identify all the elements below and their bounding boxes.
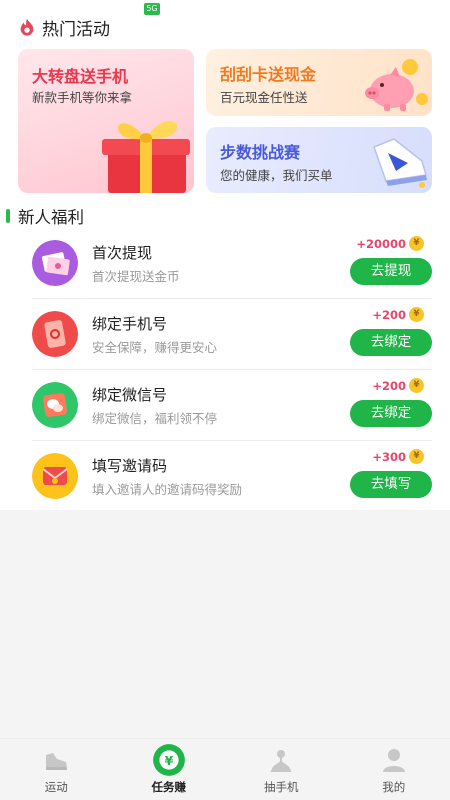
task-subtitle: 首次提现送金币 [92, 269, 180, 284]
user-icon [382, 749, 405, 772]
flame-icon [20, 18, 34, 36]
divider [32, 298, 432, 299]
reward-value: +200 [372, 307, 406, 322]
sneaker-icon [373, 138, 427, 188]
coin-icon: ¥ [409, 378, 424, 393]
tab-label: 我的 [382, 780, 406, 794]
bottom-tab-bar: 运动 ¥ 任务赚 抽手机 我的 [0, 738, 450, 800]
coin-icon: ¥ [409, 449, 424, 464]
task-title: 绑定微信号 [92, 386, 168, 404]
cash-card-icon [32, 240, 78, 286]
tab-lottery-phone[interactable]: 抽手机 [225, 739, 338, 800]
withdraw-button[interactable]: 去提现 [350, 258, 432, 285]
section-title: 新人福利 [18, 208, 84, 227]
tab-tasks[interactable]: ¥ 任务赚 [113, 739, 226, 800]
task-title: 绑定手机号 [92, 315, 168, 333]
banner-subtitle: 您的健康，我们买单 [220, 168, 333, 183]
banner-title: 步数挑战赛 [220, 143, 301, 162]
reward-value: +20000 [356, 236, 406, 251]
status-badge: 5G [144, 3, 160, 15]
hot-activities-header: 热门活动 [18, 14, 110, 40]
reward-value: +300 [372, 449, 406, 464]
claw-icon [270, 750, 292, 772]
banner-subtitle: 新款手机等你来拿 [32, 90, 133, 105]
newcomer-welfare-header: 新人福利 [6, 205, 84, 227]
banner-title: 大转盘送手机 [32, 67, 129, 86]
fill-invite-button[interactable]: 去填写 [350, 471, 432, 498]
task-title: 首次提现 [92, 244, 153, 262]
phone-icon [32, 311, 78, 357]
task-row-bind-phone: 绑定手机号 安全保障，赚得更安心 +200 ¥ 去绑定 [32, 300, 432, 370]
banner-subtitle: 百元现金任性送 [220, 90, 308, 105]
coin-icon: ¥ [409, 236, 424, 251]
task-row-first-withdraw: 首次提现 首次提现送金币 +20000 ¥ 去提现 [32, 229, 432, 299]
task-row-invite-code: 填写邀请码 填入邀请人的邀请码得奖励 +300 ¥ 去填写 [32, 442, 432, 512]
invite-envelope-icon [32, 453, 78, 499]
tab-label: 任务赚 [151, 780, 187, 794]
yen-coin-icon: ¥ [152, 744, 185, 776]
task-title: 填写邀请码 [92, 457, 168, 475]
reward-badge: +20000 ¥ [356, 236, 424, 251]
shoe-icon [46, 753, 68, 770]
divider [32, 440, 432, 441]
gift-box-icon [102, 121, 190, 193]
task-subtitle: 绑定微信，福利领不停 [92, 411, 218, 426]
bind-wechat-button[interactable]: 去绑定 [350, 400, 432, 427]
reward-badge: +200 ¥ [372, 307, 424, 322]
banner-title: 刮刮卡送现金 [220, 65, 317, 84]
tab-mine[interactable]: 我的 [338, 739, 450, 800]
banner-step-challenge[interactable]: 步数挑战赛 您的健康，我们买单 [206, 127, 432, 193]
reward-badge: +300 ¥ [372, 449, 424, 464]
reward-value: +200 [372, 378, 406, 393]
task-subtitle: 填入邀请人的邀请码得奖励 [92, 482, 243, 497]
bind-phone-button[interactable]: 去绑定 [350, 329, 432, 356]
tab-label: 抽手机 [264, 780, 299, 794]
wechat-icon [32, 382, 78, 428]
reward-badge: +200 ¥ [372, 378, 424, 393]
piggy-bank-icon [365, 59, 428, 111]
tab-sport[interactable]: 运动 [0, 739, 113, 800]
banner-scratch-card[interactable]: 刮刮卡送现金 百元现金任性送 [206, 49, 432, 116]
task-row-bind-wechat: 绑定微信号 绑定微信，福利领不停 +200 ¥ 去绑定 [32, 371, 432, 441]
banner-spin-wheel[interactable]: 大转盘送手机 新款手机等你来拿 [18, 49, 194, 193]
tab-label: 运动 [44, 780, 68, 794]
svg-text:¥: ¥ [164, 753, 173, 768]
task-subtitle: 安全保障，赚得更安心 [92, 340, 218, 355]
section-marker [6, 209, 10, 223]
coin-icon: ¥ [409, 307, 424, 322]
section-title: 热门活动 [42, 19, 110, 40]
divider [32, 369, 432, 370]
